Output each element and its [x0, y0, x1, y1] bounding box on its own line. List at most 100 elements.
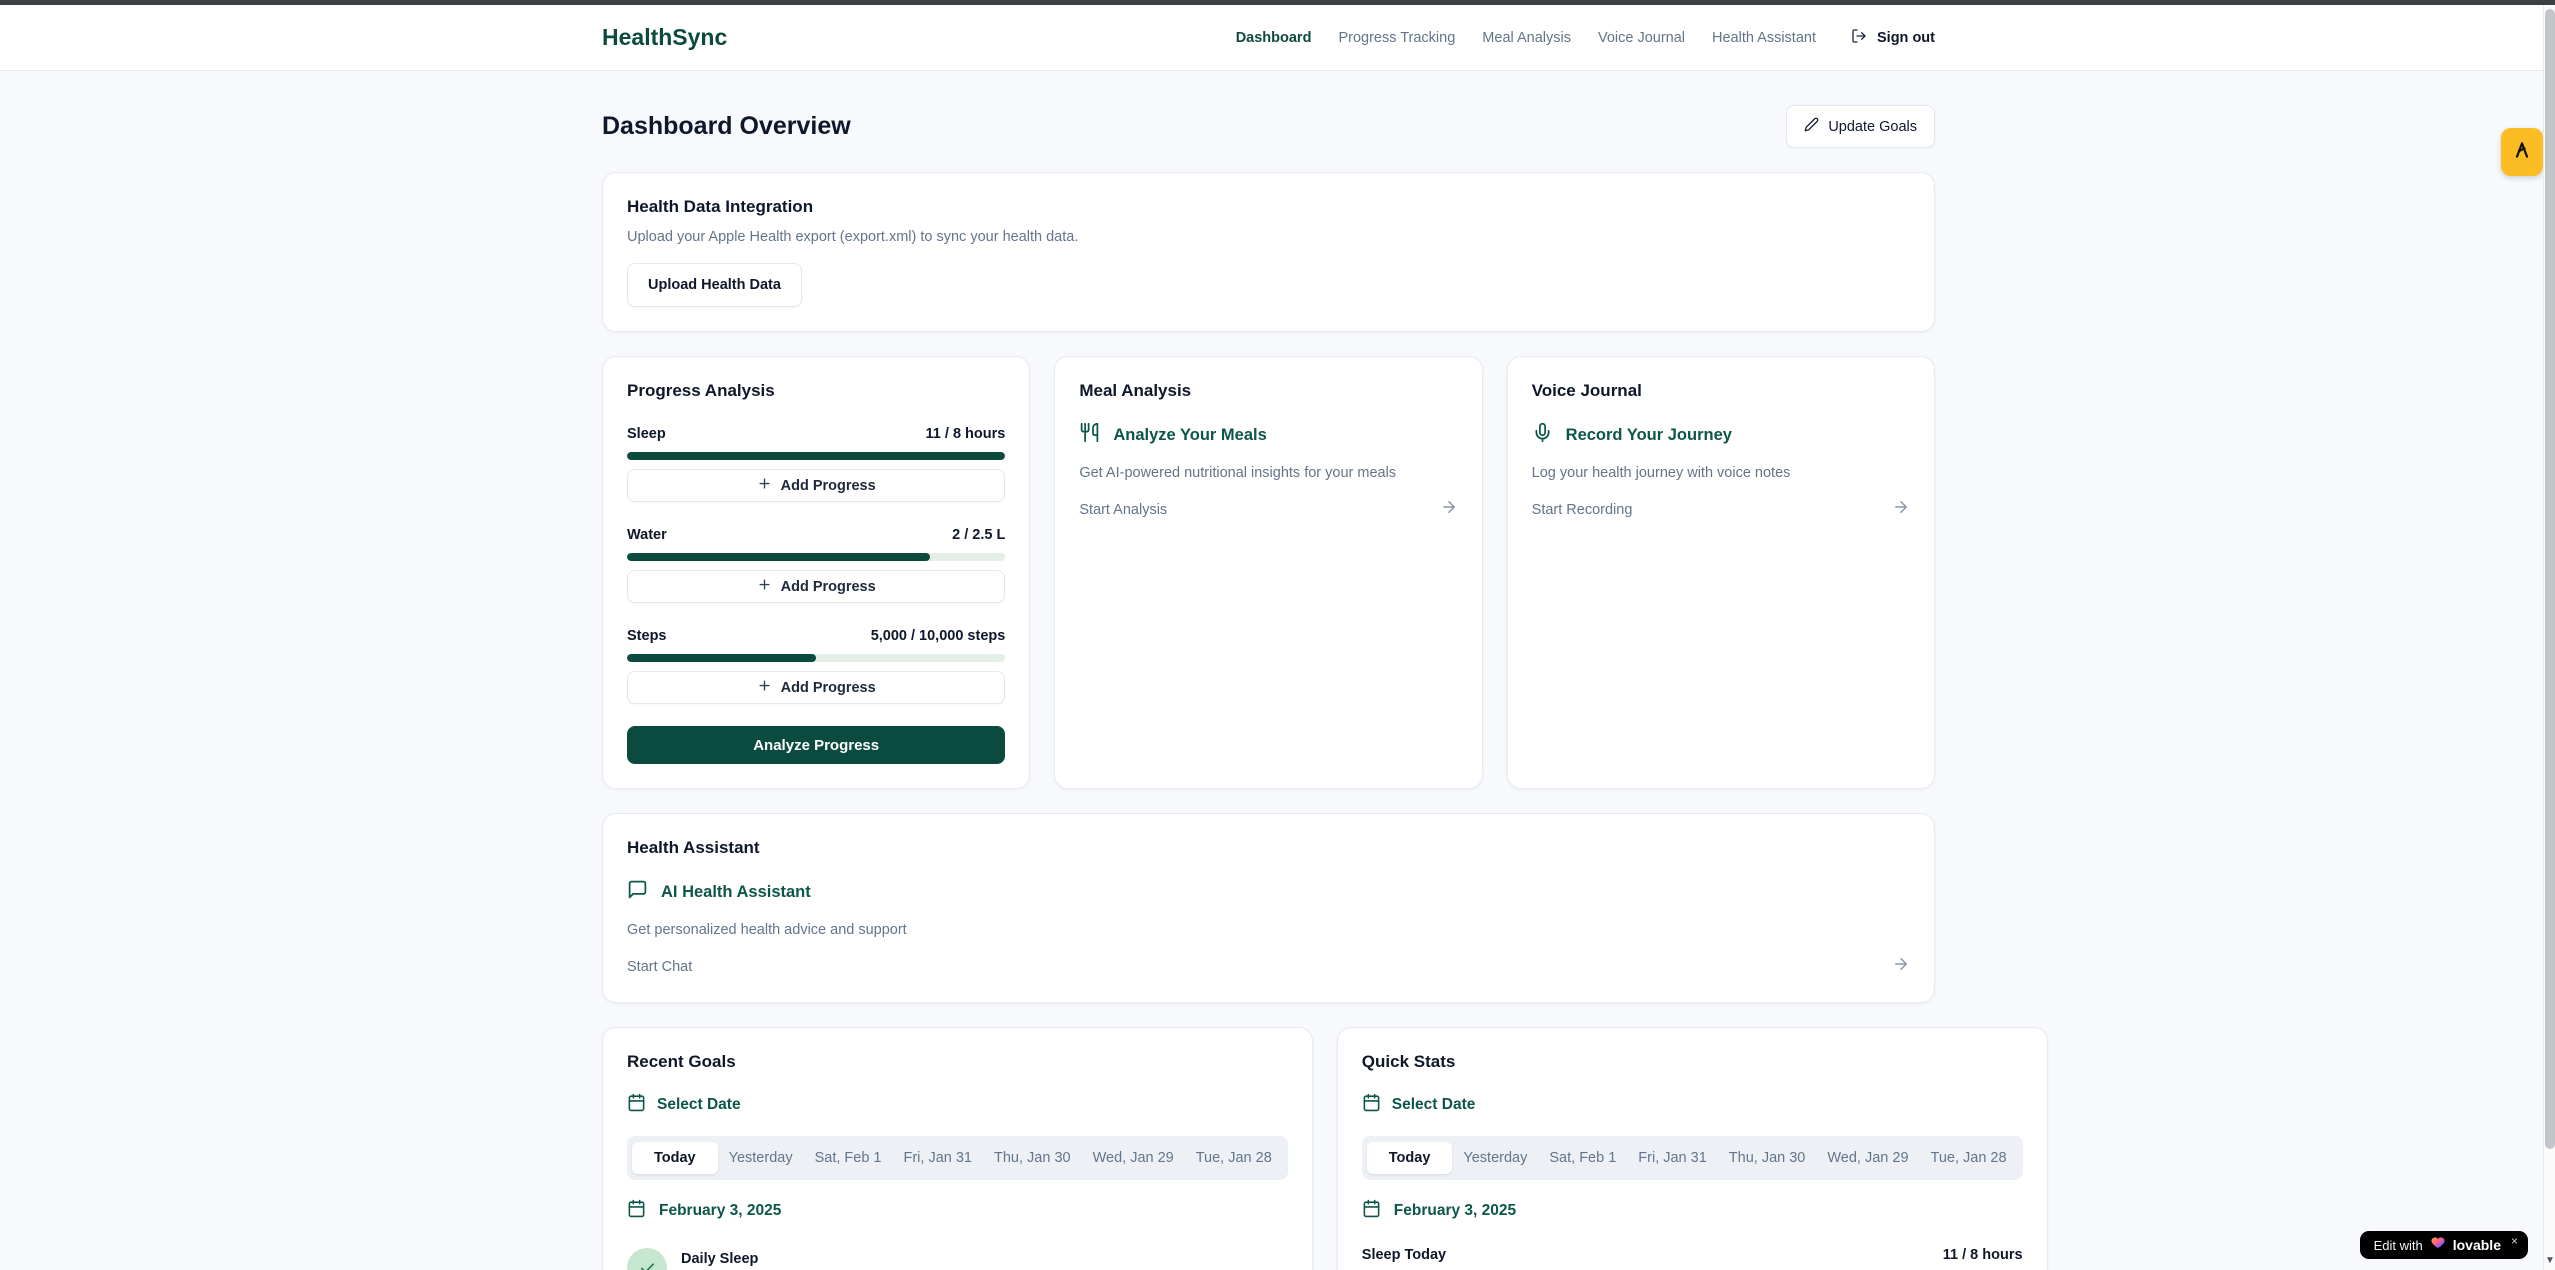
analyze-your-meals-link[interactable]: Analyze Your Meals [1079, 422, 1457, 448]
arrow-right-icon [1892, 498, 1910, 521]
feature-label: Analyze Your Meals [1113, 426, 1266, 445]
goal-value: 2 / 2.5 L [952, 527, 1005, 543]
date-tab[interactable]: Wed, Jan 29 [1082, 1142, 1185, 1174]
record-your-journey-link[interactable]: Record Your Journey [1532, 422, 1910, 448]
integration-description: Upload your Apple Health export (export.… [627, 229, 1910, 245]
date-tab-yesterday[interactable]: Yesterday [1452, 1142, 1538, 1174]
sign-out-button[interactable]: Sign out [1851, 28, 1935, 48]
meal-analysis-card: Meal Analysis Analyze Your Meals Get AI-… [1054, 356, 1482, 789]
nav-voice-journal[interactable]: Voice Journal [1598, 30, 1685, 46]
date-tab-today[interactable]: Today [632, 1142, 718, 1174]
nav-meal-analysis[interactable]: Meal Analysis [1482, 30, 1571, 46]
page-title: Dashboard Overview [602, 112, 851, 141]
date-tab[interactable]: Tue, Jan 28 [1920, 1142, 2018, 1174]
start-chat-action[interactable]: Start Chat [627, 955, 1910, 978]
select-date-label: Select Date [657, 1096, 741, 1114]
select-date-button[interactable]: Select Date [1362, 1093, 2023, 1117]
date-tabs: Today Yesterday Sat, Feb 1 Fri, Jan 31 T… [627, 1136, 1288, 1180]
meal-description: Get AI-powered nutritional insights for … [1079, 465, 1457, 481]
date-tab-today[interactable]: Today [1367, 1142, 1453, 1174]
microphone-icon [1532, 422, 1553, 448]
goal-item-name: Daily Sleep [681, 1251, 758, 1267]
add-progress-button[interactable]: Add Progress [627, 570, 1005, 603]
progress-bar [627, 452, 1005, 460]
add-progress-label: Add Progress [781, 579, 876, 595]
date-tab[interactable]: Thu, Jan 30 [1718, 1142, 1817, 1174]
lovable-sidebar-badge[interactable] [2501, 128, 2543, 176]
date-tab[interactable]: Fri, Jan 31 [1627, 1142, 1718, 1174]
goal-label: Water [627, 527, 667, 543]
assistant-card-title: Health Assistant [627, 838, 1910, 858]
top-navbar: HealthSync Dashboard Progress Tracking M… [0, 5, 2555, 71]
meal-card-title: Meal Analysis [1079, 381, 1457, 401]
health-assistant-card: Health Assistant AI Health Assistant Get… [602, 813, 1935, 1003]
feature-label: Record Your Journey [1566, 426, 1732, 445]
analyze-progress-button[interactable]: Analyze Progress [627, 726, 1005, 764]
goal-label: Sleep [627, 426, 666, 442]
arrow-right-icon [1892, 955, 1910, 978]
date-tab[interactable]: Tue, Jan 28 [1185, 1142, 1283, 1174]
close-icon[interactable]: × [2511, 1234, 2518, 1248]
feature-label: AI Health Assistant [661, 883, 811, 902]
main-nav: Dashboard Progress Tracking Meal Analysi… [1236, 28, 1935, 48]
select-date-label: Select Date [1392, 1096, 1476, 1114]
ai-health-assistant-link[interactable]: AI Health Assistant [627, 879, 1910, 905]
selected-date-label: February 3, 2025 [659, 1202, 781, 1220]
add-progress-button[interactable]: Add Progress [627, 469, 1005, 502]
main-content: Dashboard Overview Update Goals Health D… [602, 71, 1935, 1270]
pencil-icon [1804, 117, 1819, 136]
plus-icon [757, 678, 772, 697]
scrollbar-down-arrow[interactable]: ▼ [2544, 1255, 2555, 1266]
lovable-logo-icon [2512, 140, 2532, 165]
nav-health-assistant[interactable]: Health Assistant [1712, 30, 1816, 46]
selected-date-row: February 3, 2025 [1362, 1199, 2023, 1223]
date-tab[interactable]: Wed, Jan 29 [1816, 1142, 1919, 1174]
date-tab[interactable]: Thu, Jan 30 [983, 1142, 1082, 1174]
sign-out-icon [1851, 28, 1867, 48]
plus-icon [757, 476, 772, 495]
date-tab-yesterday[interactable]: Yesterday [718, 1142, 804, 1174]
edit-with-label: Edit with [2374, 1238, 2423, 1253]
calendar-icon [627, 1093, 646, 1117]
action-label: Start Analysis [1079, 502, 1167, 518]
recent-goals-title: Recent Goals [627, 1052, 1288, 1072]
voice-journal-card: Voice Journal Record Your Journey Log yo… [1507, 356, 1935, 789]
update-goals-button[interactable]: Update Goals [1786, 105, 1935, 148]
date-tab[interactable]: Fri, Jan 31 [893, 1142, 984, 1174]
stat-value: 11 / 8 hours [1943, 1247, 2023, 1263]
upload-health-data-button[interactable]: Upload Health Data [627, 263, 802, 307]
arrow-right-icon [1440, 498, 1458, 521]
start-recording-action[interactable]: Start Recording [1532, 498, 1910, 521]
integration-card-title: Health Data Integration [627, 197, 1910, 217]
start-analysis-action[interactable]: Start Analysis [1079, 498, 1457, 521]
add-progress-button[interactable]: Add Progress [627, 671, 1005, 704]
calendar-icon [1362, 1093, 1381, 1117]
date-tabs: Today Yesterday Sat, Feb 1 Fri, Jan 31 T… [1362, 1136, 2023, 1180]
lovable-heart-icon [2430, 1235, 2446, 1255]
progress-bar [627, 654, 1005, 662]
nav-dashboard[interactable]: Dashboard [1236, 30, 1312, 46]
utensils-icon [1079, 422, 1100, 448]
nav-progress-tracking[interactable]: Progress Tracking [1338, 30, 1455, 46]
calendar-icon [627, 1199, 646, 1223]
assistant-description: Get personalized health advice and suppo… [627, 922, 1910, 938]
recent-goals-card: Recent Goals Select Date Today Yesterday… [602, 1027, 1313, 1270]
action-label: Start Recording [1532, 502, 1633, 518]
action-label: Start Chat [627, 959, 692, 975]
scrollbar-thumb[interactable] [2545, 9, 2555, 1149]
select-date-button[interactable]: Select Date [627, 1093, 1288, 1117]
sign-out-label: Sign out [1877, 30, 1935, 46]
health-data-integration-card: Health Data Integration Upload your Appl… [602, 172, 1935, 332]
edit-with-lovable-badge[interactable]: Edit with lovable × [2360, 1231, 2528, 1259]
goal-label: Steps [627, 628, 667, 644]
app-logo[interactable]: HealthSync [602, 24, 727, 51]
selected-date-row: February 3, 2025 [627, 1199, 1288, 1223]
date-tab[interactable]: Sat, Feb 1 [1538, 1142, 1627, 1174]
voice-card-title: Voice Journal [1532, 381, 1910, 401]
page-scrollbar[interactable]: ▼ [2543, 5, 2555, 1270]
progress-bar [627, 553, 1005, 561]
quick-stats-title: Quick Stats [1362, 1052, 2023, 1072]
selected-date-label: February 3, 2025 [1394, 1202, 1516, 1220]
date-tab[interactable]: Sat, Feb 1 [804, 1142, 893, 1174]
check-icon [627, 1248, 667, 1270]
